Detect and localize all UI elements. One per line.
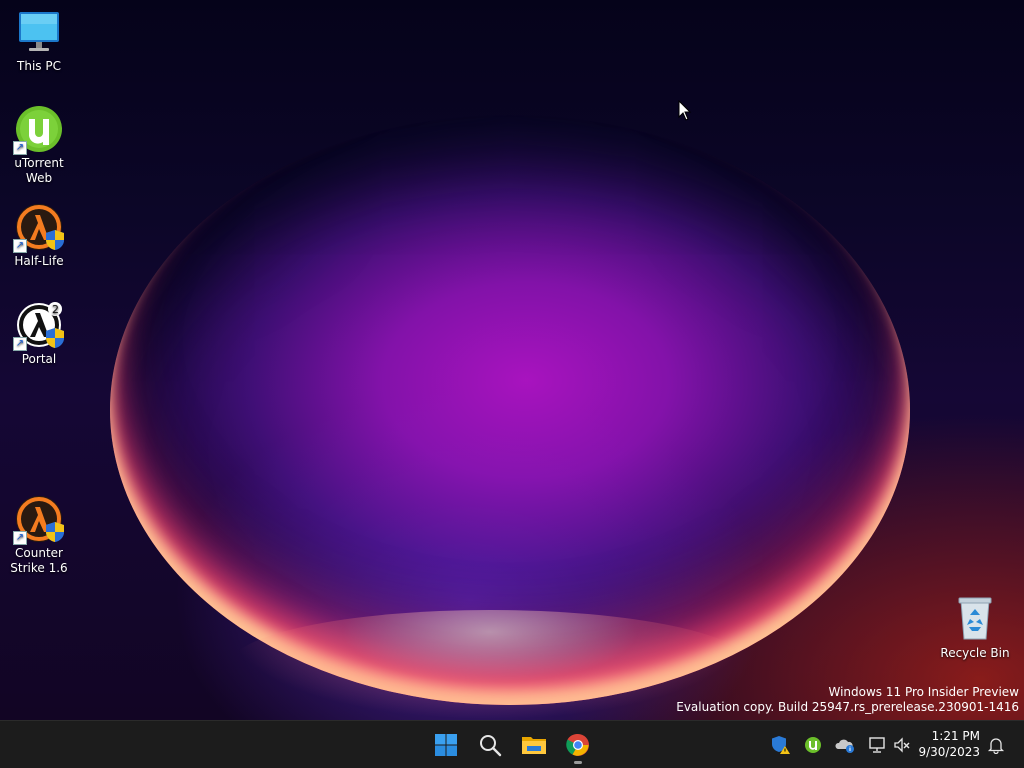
desktop-icon-label: Portal: [21, 352, 57, 366]
tray-volume-button[interactable]: [892, 735, 912, 755]
search-button[interactable]: [470, 725, 510, 765]
monitor-icon: [15, 8, 63, 56]
desktop-icon-counter-strike[interactable]: ↗ Counter Strike 1.6: [0, 495, 78, 576]
running-indicator: [574, 761, 582, 764]
portal-icon: 2 ↗: [13, 301, 64, 351]
onedrive-info-icon: [835, 739, 854, 753]
uac-shield-icon: [46, 328, 64, 348]
desktop-background: This PC ↗ uTorrent Web ↗ Half-Life 2 ↗ P…: [0, 0, 1024, 720]
desktop-icon-label: This PC: [17, 59, 61, 73]
uac-shield-icon: [46, 522, 64, 542]
bell-icon: [987, 738, 1005, 754]
desktop-icon-label: uTorrent Web: [14, 156, 64, 185]
tray-network-button[interactable]: [867, 735, 887, 755]
shortcut-arrow-icon: ↗: [13, 531, 27, 545]
chrome-icon: [566, 733, 589, 756]
svg-text:2: 2: [52, 303, 59, 316]
taskbar: 1:21 PM 9/30/2023: [0, 720, 1024, 768]
shortcut-arrow-icon: ↗: [13, 141, 27, 155]
desktop-icon-portal[interactable]: 2 ↗ Portal: [0, 301, 78, 367]
recycle-bin-icon: [951, 595, 999, 643]
counter-strike-icon: ↗: [13, 495, 64, 545]
desktop-icon-label: Half-Life: [14, 254, 64, 268]
desktop-icon-half-life[interactable]: ↗ Half-Life: [0, 203, 78, 269]
watermark-line-1: Windows 11 Pro Insider Preview: [828, 685, 1019, 699]
wallpaper-glow: [230, 610, 750, 720]
file-explorer-button[interactable]: [514, 725, 554, 765]
half-life-icon: ↗: [13, 203, 64, 253]
tray-utorrent-button[interactable]: [803, 735, 823, 755]
clock-date: 9/30/2023: [918, 745, 980, 759]
network-icon: [869, 737, 885, 753]
tray-security-button[interactable]: [771, 735, 791, 755]
start-button[interactable]: [426, 725, 466, 765]
desktop-icon-this-pc[interactable]: This PC: [0, 8, 78, 74]
notifications-button[interactable]: [986, 735, 1006, 755]
desktop-icon-utorrent-web[interactable]: ↗ uTorrent Web: [0, 105, 78, 186]
utorrent-tray-icon: [805, 737, 821, 753]
uac-shield-icon: [46, 230, 64, 250]
security-warning-icon: [772, 736, 790, 754]
windows-watermark: Windows 11 Pro Insider Preview Evaluatio…: [676, 685, 1019, 715]
desktop-icon-label: Counter Strike 1.6: [10, 546, 68, 575]
watermark-line-2: Evaluation copy. Build 25947.rs_prerelea…: [676, 700, 1019, 714]
clock-button[interactable]: 1:21 PM 9/30/2023: [918, 728, 980, 760]
volume-muted-icon: [894, 737, 910, 753]
windows-logo-icon: [435, 734, 457, 756]
chrome-button[interactable]: [558, 725, 598, 765]
folder-icon: [522, 737, 546, 754]
tray-onedrive-button[interactable]: [835, 735, 855, 755]
utorrent-icon: ↗: [13, 105, 63, 155]
search-icon: [480, 735, 502, 757]
mouse-cursor-icon: [678, 100, 692, 121]
desktop-icon-recycle-bin[interactable]: Recycle Bin: [936, 595, 1014, 661]
shortcut-arrow-icon: ↗: [13, 239, 27, 253]
shortcut-arrow-icon: ↗: [13, 337, 27, 351]
desktop-icon-label: Recycle Bin: [940, 646, 1010, 660]
clock-time: 1:21 PM: [931, 729, 980, 743]
